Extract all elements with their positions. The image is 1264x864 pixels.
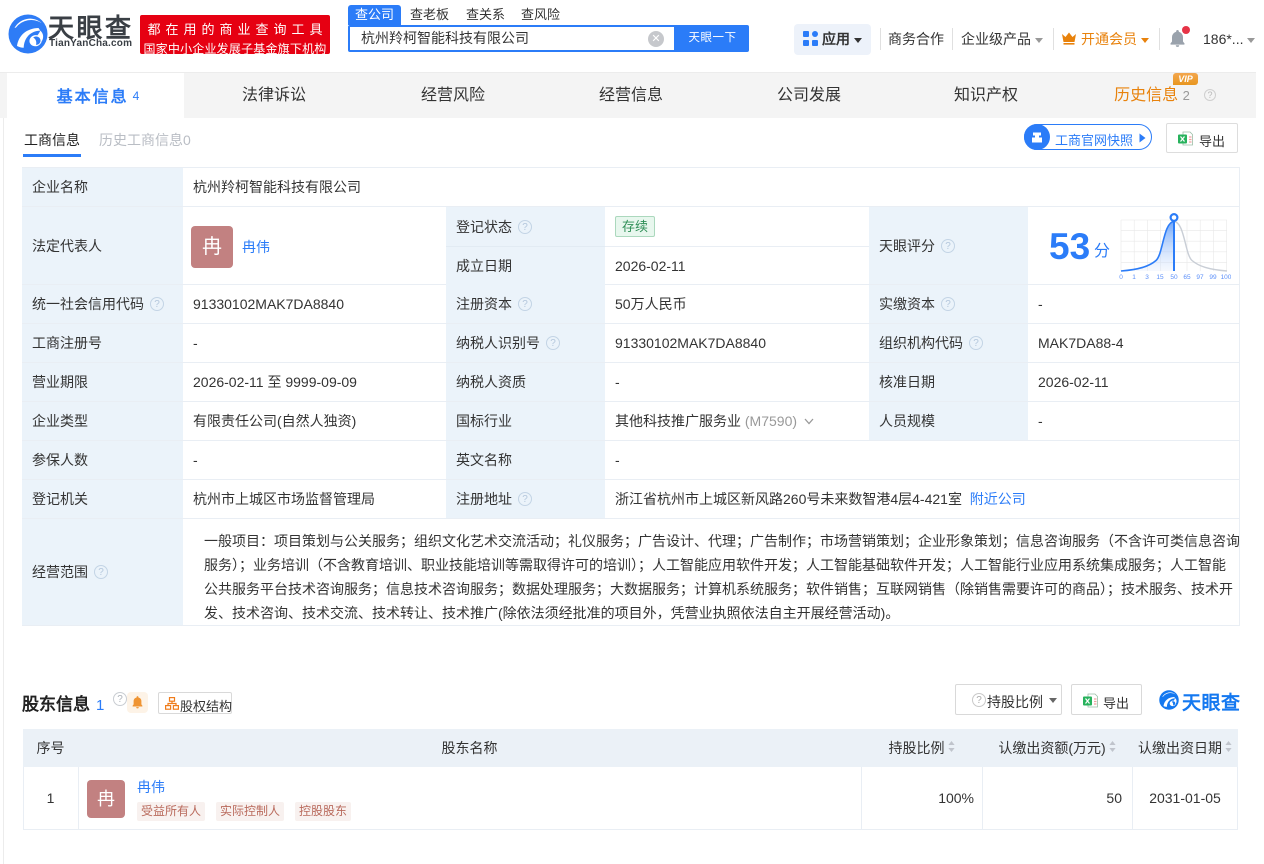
svg-text:100: 100 (1221, 274, 1231, 281)
svg-text:1: 1 (1132, 274, 1136, 281)
svg-text:15: 15 (1156, 274, 1164, 281)
svg-text:97: 97 (1196, 274, 1204, 281)
svg-text:99: 99 (1209, 274, 1217, 281)
svg-text:65: 65 (1183, 274, 1191, 281)
svg-text:3: 3 (1145, 274, 1149, 281)
svg-text:0: 0 (1119, 274, 1123, 281)
svg-text:50: 50 (1170, 274, 1178, 281)
